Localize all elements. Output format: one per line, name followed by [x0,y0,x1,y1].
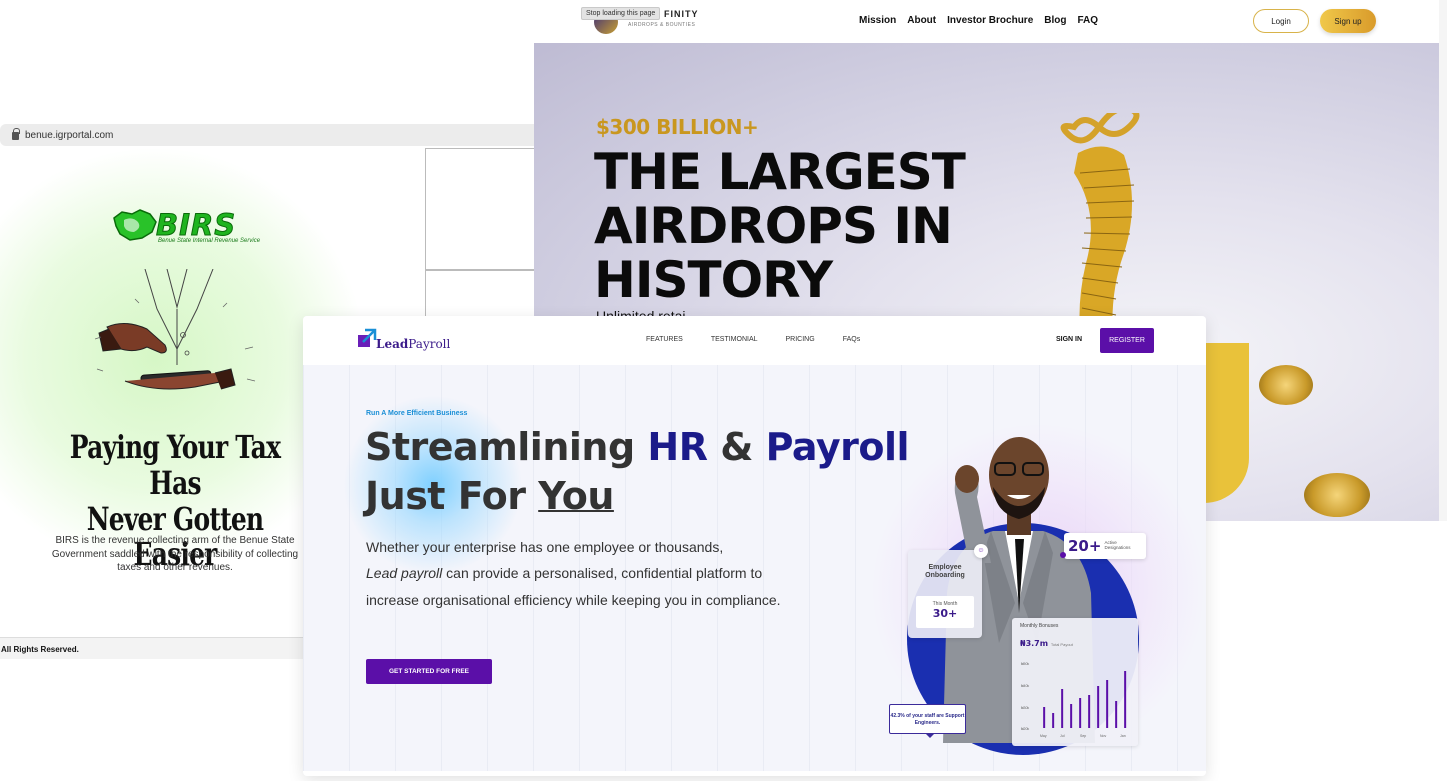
onboarding-title: Employee Onboarding [908,564,982,581]
hero-title-line: AIRDROPS IN [594,197,953,255]
nav-about[interactable]: About [907,15,936,26]
lock-icon [12,128,20,140]
login-button[interactable]: Login [1253,9,1309,33]
window-edge [303,771,1206,776]
monthly-bonuses-card: Monthly Bonuses ₦3.7m Total Payout ₦50k … [1012,618,1138,746]
nav-features[interactable]: FEATURES [646,336,683,343]
gold-bowl-image [1204,343,1249,503]
nav-investor-brochure[interactable]: Investor Brochure [947,15,1033,26]
leadpayroll-hero: Run A More Efficient Business Streamlini… [303,365,1206,776]
bonus-bar [1106,680,1109,728]
onboarding-value: 30+ [932,607,958,620]
indicator-dot [1060,552,1066,558]
designations-label-line: Designations [1104,545,1131,550]
hero-kicker: $300 BILLION+ [596,115,759,139]
bonus-bar [1097,686,1100,728]
bonus-x-label: Sep [1080,734,1087,738]
bonus-bar [1088,695,1091,728]
bonus-bar [1115,701,1118,728]
bonus-bar [1052,713,1055,728]
title-accent: HR [647,425,708,469]
bonus-value: ₦3.7m Total Payout [1020,639,1073,648]
nav-faq[interactable]: FAQ [1077,15,1098,26]
hero-title-line: HISTORY [594,251,833,309]
leadpayroll-navbar: LeadPayroll FEATURES TESTIMONIAL PRICING… [303,316,1206,365]
active-designations-card: 20+ Active Designations [1060,533,1146,559]
scrollbar[interactable] [1439,0,1447,521]
address-bar[interactable]: benue.igrportal.com [0,124,540,146]
infinity-brand-sub: AIRDROPS & BOUNTIES [628,22,696,28]
birs-logo-word: BIRS [155,208,237,243]
embedded-frame [425,148,540,270]
leadpayroll-menu: FEATURES TESTIMONIAL PRICING FAQs [646,336,860,343]
hand-phone-illustration [95,269,256,390]
hero-title-line: Just For You [365,472,909,521]
onboarding-title-line: Onboarding [925,572,965,580]
title-text: & [707,425,766,469]
birs-logo[interactable]: BIRS Benue State Internal Revenue Servic… [112,208,260,248]
bonus-note: Total Payout [1050,642,1073,647]
bonus-x-label: Nov [1100,734,1107,738]
gold-coin-image [1304,473,1370,517]
logo-text-bold: Lead [376,337,409,351]
infinity-navbar: Stop loading this page FINITY AIRDROPS &… [534,0,1439,43]
nav-testimonial[interactable]: TESTIMONIAL [711,336,758,343]
bonus-bar [1079,698,1082,728]
hero-description: Whether your enterprise has one employee… [366,534,796,613]
signin-button[interactable]: SIGN IN [1056,336,1082,343]
bonus-y-label: ₦40k [1021,684,1030,688]
bonus-title: Monthly Bonuses [1020,623,1059,629]
birs-description: BIRS is the revenue collecting arm of th… [51,535,299,573]
bonus-y-label: ₦30k [1021,706,1030,710]
title-underlined: You [538,474,614,519]
bonus-x-label: Jul [1060,734,1065,738]
nav-blog[interactable]: Blog [1044,15,1066,26]
hero-kicker: Run A More Efficient Business [366,410,468,417]
onboarding-title-line: Employee [928,564,962,571]
bonus-bar-chart [1043,671,1127,728]
register-button[interactable]: REGISTER [1100,328,1154,353]
designations-count: 20+ [1068,537,1102,555]
signup-button[interactable]: Sign up [1320,9,1376,33]
birs-logo-subtitle: Benue State Internal Revenue Service [158,238,261,244]
gold-coin-image [1259,365,1313,405]
user-add-icon: ☺ [974,544,988,558]
hero-title: Streamlining HR & Payroll Just For You [365,423,910,522]
designations-label: Active Designations [1104,540,1131,551]
staff-note-card: 42.3% of your staff are Support Engineer… [889,704,966,738]
bonus-x-label: Jan [1120,734,1126,738]
leadpayroll-window: LeadPayroll FEATURES TESTIMONIAL PRICING… [303,316,1206,776]
bonus-y-label: ₦50k [1021,662,1030,666]
bonus-bar [1124,671,1127,728]
onboarding-stat: This Month 30+ [916,596,974,628]
nav-faqs[interactable]: FAQs [843,336,861,343]
bonus-amount: ₦3.7m [1020,639,1049,648]
hero-title-line: THE LARGEST [594,143,966,201]
birs-headline-line: Paying Your Tax Has [69,428,281,502]
bonus-bar [1070,704,1073,728]
get-started-button[interactable]: GET STARTED FOR FREE [366,659,492,684]
browser-tooltip: Stop loading this page [581,7,661,20]
title-accent: Payroll [765,425,910,469]
infinity-menu: Mission About Investor Brochure Blog FAQ [859,15,1098,26]
bonus-x-label: May [1040,734,1047,738]
birs-map-icon [113,209,157,241]
bonus-bar [1061,689,1064,728]
logo-text-regular: Payroll [408,337,451,351]
infinity-brand[interactable]: FINITY [664,9,699,19]
hero-title: THE LARGEST AIRDROPS IN HISTORY [594,143,966,309]
employee-onboarding-card: ☺ Employee Onboarding This Month 30+ [908,544,988,638]
nav-mission[interactable]: Mission [859,15,896,26]
url-text: benue.igrportal.com [25,129,114,141]
bonus-bar [1043,707,1046,728]
desc-text: Whether your enterprise has one employee… [366,539,724,555]
nav-pricing[interactable]: PRICING [786,336,815,343]
desc-italic: Lead payroll [366,565,443,582]
title-text: Streamlining [365,425,648,469]
title-text: Just For [365,474,539,519]
leadpayroll-logo-text[interactable]: LeadPayroll [376,337,450,351]
bonus-y-label: ₦20k [1021,727,1030,731]
hero-title-line: Streamlining HR & Payroll [365,423,910,472]
